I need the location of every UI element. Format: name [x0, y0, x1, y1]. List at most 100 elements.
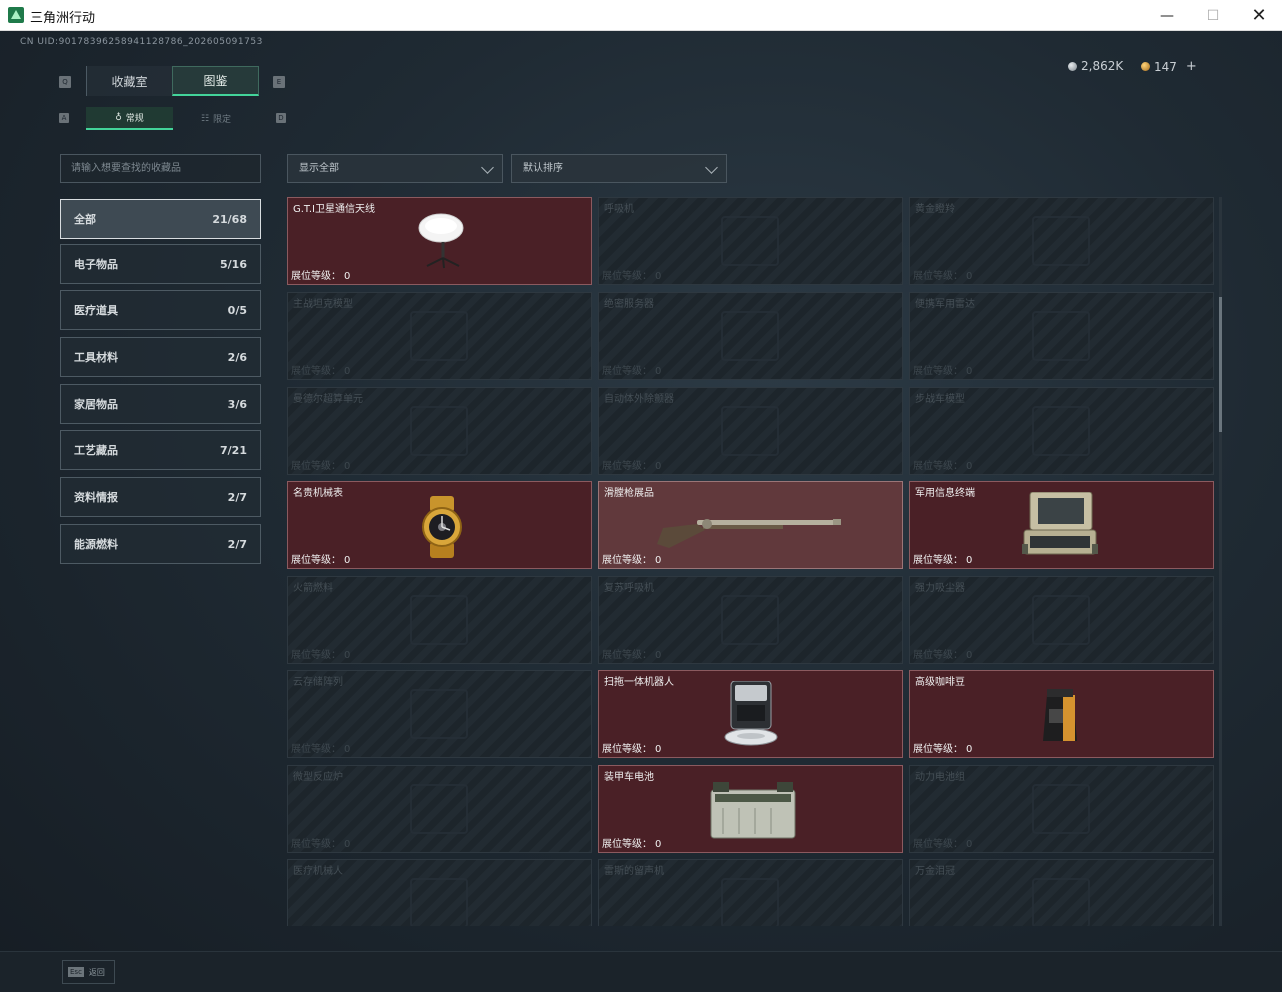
item-name: 便携军用雷达: [915, 299, 975, 310]
category-label: 能源燃料: [74, 538, 118, 551]
category-item[interactable]: 医疗道具 0/5: [60, 290, 261, 330]
level-value: 0: [966, 650, 973, 661]
key-d-hint: D: [276, 113, 286, 123]
category-item[interactable]: 工具材料 2/6: [60, 337, 261, 377]
collection-card[interactable]: 微型反应炉 展位等级： 0: [287, 765, 592, 853]
level-label: 展位等级：: [291, 839, 341, 850]
item-name: 高级咖啡豆: [915, 677, 965, 688]
tab-collection-room[interactable]: 收藏室: [86, 66, 172, 96]
category-item[interactable]: 电子物品 5/16: [60, 244, 261, 284]
filter-dropdown-label: 显示全部: [299, 163, 339, 174]
add-currency-button[interactable]: +: [1186, 59, 1197, 74]
coffee-bag-icon: [1043, 689, 1077, 741]
chevron-down-icon: [705, 161, 718, 174]
close-button[interactable]: ✕: [1236, 0, 1282, 31]
tab-atlas[interactable]: 图鉴: [172, 66, 259, 96]
level-value: 0: [655, 650, 662, 661]
minimize-button[interactable]: —: [1144, 0, 1190, 31]
subtab-regular[interactable]: ♁ 常规: [86, 107, 173, 130]
item-level: 展位等级： 0: [913, 740, 972, 755]
level-label: 展位等级：: [913, 744, 963, 755]
back-button[interactable]: Esc 返回: [62, 960, 115, 984]
category-item[interactable]: 能源燃料 2/7: [60, 524, 261, 564]
collection-card[interactable]: 滑膛枪展品 展位等级： 0: [598, 481, 903, 569]
item-name: 医疗机械人: [293, 866, 343, 877]
level-value: 0: [344, 271, 351, 282]
collection-card[interactable]: 呼吸机展位等级： 0: [598, 197, 903, 285]
collection-card[interactable]: 主战坦克模型展位等级： 0: [287, 292, 592, 380]
locked-item-silhouette-icon: [1032, 216, 1090, 266]
level-label: 展位等级：: [913, 461, 963, 472]
armored-battery-icon: [710, 782, 796, 839]
level-label: 展位等级：: [602, 366, 652, 377]
collection-card[interactable]: 自动体外除颤器 展位等级： 0: [598, 387, 903, 475]
level-label: 展位等级：: [291, 650, 341, 661]
item-level: 展位等级： 0: [602, 551, 661, 566]
uid-label: CN UID:9017839625894112878​6_20260509175…: [20, 37, 263, 47]
locked-item-silhouette-icon: [410, 595, 468, 645]
item-level: 展位等级： 0: [913, 457, 972, 472]
item-name: 军用信息终端: [915, 488, 975, 499]
category-item[interactable]: 家居物品 3/6: [60, 384, 261, 424]
grid-scrollbar[interactable]: [1219, 197, 1222, 926]
collection-card[interactable]: 曼德尔超算单元 展位等级： 0: [287, 387, 592, 475]
locked-item-silhouette-icon: [410, 689, 468, 739]
item-level: 展位等级： 0: [291, 646, 350, 661]
search-input[interactable]: 请输入想要查找的收藏品: [60, 154, 261, 183]
locked-item-silhouette-icon: [1032, 311, 1090, 361]
collection-card[interactable]: 雷斯的留声机: [598, 859, 903, 926]
collection-card[interactable]: 军用信息终端 展位等级： 0: [909, 481, 1214, 569]
item-name: 主战坦克模型: [293, 299, 353, 310]
bottom-bar: Esc 返回: [0, 951, 1282, 992]
collection-card[interactable]: 扫拖一体机器人 展位等级： 0: [598, 670, 903, 758]
collection-card[interactable]: 绝密服务器 展位等级： 0: [598, 292, 903, 380]
subtab-limited[interactable]: ☷ 限定: [173, 107, 259, 130]
collection-card[interactable]: 动力电池组 展位等级： 0: [909, 765, 1214, 853]
collection-card[interactable]: 名贵机械表 展位等级： 0: [287, 481, 592, 569]
sort-dropdown-label: 默认排序: [523, 163, 563, 174]
robot-vacuum-icon: [724, 681, 778, 746]
category-count: 5/16: [220, 257, 247, 271]
collection-card[interactable]: 高级咖啡豆展位等级： 0: [909, 670, 1214, 758]
item-name: 自动体外除颤器: [604, 394, 674, 405]
collection-card[interactable]: 医疗机械人: [287, 859, 592, 926]
scrollbar-thumb[interactable]: [1219, 297, 1222, 432]
collection-card[interactable]: G.T.I卫星通信天线 展位等级： 0: [287, 197, 592, 285]
silver-amount: 2,862K: [1081, 59, 1124, 73]
item-level: 展位等级： 0: [291, 362, 350, 377]
collection-card[interactable]: 黄金瞪羚 展位等级： 0: [909, 197, 1214, 285]
category-count: 3/6: [227, 397, 247, 411]
collection-card[interactable]: 云存储阵列 展位等级： 0: [287, 670, 592, 758]
category-item[interactable]: 全部 21/68: [60, 199, 261, 239]
level-value: 0: [966, 839, 973, 850]
category-item[interactable]: 资料情报 2/7: [60, 477, 261, 517]
sort-dropdown[interactable]: 默认排序: [511, 154, 727, 183]
item-level: 展位等级： 0: [602, 835, 661, 850]
collection-card[interactable]: 强力吸尘器 展位等级： 0: [909, 576, 1214, 664]
collection-card[interactable]: 火箭燃料 展位等级： 0: [287, 576, 592, 664]
collection-card[interactable]: 复苏呼吸机 展位等级： 0: [598, 576, 903, 664]
filter-dropdown[interactable]: 显示全部: [287, 154, 503, 183]
maximize-button[interactable]: ☐: [1190, 0, 1236, 31]
item-level: 展位等级： 0: [291, 267, 350, 282]
level-label: 展位等级：: [291, 271, 341, 282]
gold-watch-icon: [422, 496, 462, 558]
level-value: 0: [966, 555, 973, 566]
level-value: 0: [655, 271, 662, 282]
collection-card[interactable]: 装甲车电池 展位等级： 0: [598, 765, 903, 853]
collection-card[interactable]: 步战车模型 展位等级： 0: [909, 387, 1214, 475]
subtab-limited-label: 限定: [213, 115, 232, 125]
item-level: 展位等级： 0: [602, 362, 661, 377]
category-item[interactable]: 工艺藏品 7/21: [60, 430, 261, 470]
locked-item-silhouette-icon: [1032, 595, 1090, 645]
collection-card[interactable]: 便携军用雷达 展位等级： 0: [909, 292, 1214, 380]
item-name: 呼吸机: [604, 204, 634, 215]
category-count: 7/21: [220, 443, 247, 457]
collection-card[interactable]: 万金泪冠: [909, 859, 1214, 926]
level-label: 展位等级：: [602, 271, 652, 282]
category-count: 0/5: [227, 303, 247, 317]
satellite-dish-icon: [418, 213, 464, 269]
level-value: 0: [344, 555, 351, 566]
key-e-hint: E: [273, 76, 285, 88]
locked-item-silhouette-icon: [410, 784, 468, 834]
